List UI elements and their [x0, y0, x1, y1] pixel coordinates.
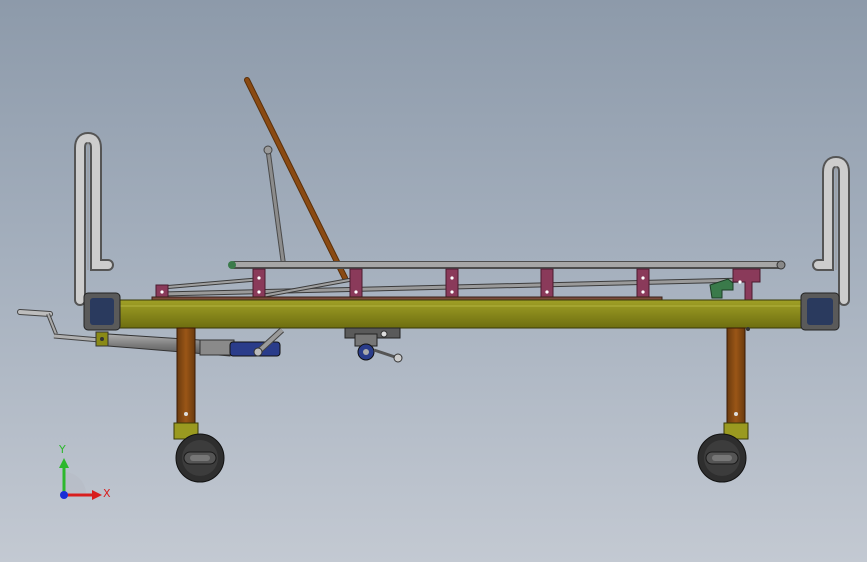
coordinate-triad — [59, 458, 102, 500]
bed-frame[interactable] — [117, 299, 809, 329]
head-corner-block — [83, 292, 121, 331]
x-axis-label: X — [103, 487, 111, 500]
rear-caster[interactable] — [697, 422, 749, 483]
backrest-strut — [263, 145, 287, 269]
headboard[interactable] — [74, 131, 114, 306]
foot-corner-block — [800, 292, 840, 331]
backrest[interactable] — [244, 77, 348, 281]
front-leg[interactable] — [176, 327, 196, 424]
center-mechanism — [344, 327, 403, 363]
cad-viewport[interactable]: Y X — [0, 0, 867, 562]
rail-brackets — [155, 268, 761, 301]
bed-model-drawing — [17, 77, 850, 500]
side-rail[interactable] — [228, 260, 786, 270]
footboard[interactable] — [812, 155, 850, 306]
front-caster[interactable] — [173, 422, 225, 483]
rear-leg[interactable] — [726, 327, 746, 424]
y-axis-label: Y — [59, 443, 66, 456]
frame-bolt — [746, 327, 750, 331]
